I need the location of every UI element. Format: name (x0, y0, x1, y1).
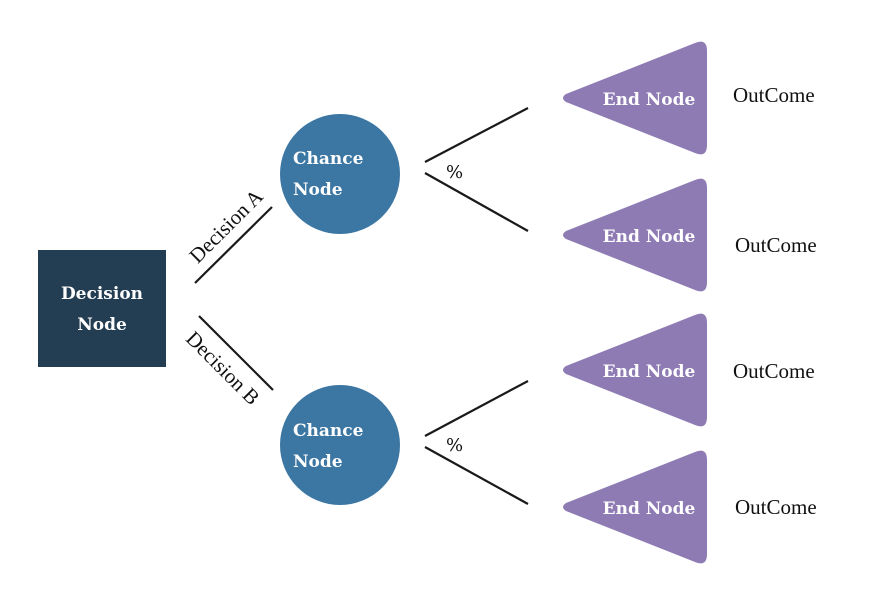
chance-node-line1: Chance (293, 421, 364, 441)
chance-node-line2: Node (293, 452, 343, 472)
decision-tree-diagram: Decision A Decision B Decision Node Chan… (38, 41, 817, 564)
probability-label: % (446, 435, 463, 456)
end-node-label: End Node (603, 499, 696, 519)
chance-node-line1: Chance (293, 149, 364, 169)
end-node-label: End Node (603, 362, 696, 382)
edge-chance2-end3 (424, 380, 529, 437)
outcome-label: OutCome (735, 495, 817, 519)
end-node-label: End Node (603, 227, 696, 247)
decision-node-line2: Node (77, 315, 127, 335)
chance-node-line2: Node (293, 180, 343, 200)
decision-a-label: Decision A (184, 184, 268, 268)
outcome-label: OutCome (733, 359, 815, 383)
chance-node: Chance Node (280, 385, 400, 505)
edge-chance1-end1 (424, 107, 529, 163)
edge-chance1-end2 (424, 172, 529, 232)
end-node: End Node OutCome (563, 450, 817, 564)
outcome-label: OutCome (735, 233, 817, 257)
outcome-label: OutCome (733, 83, 815, 107)
decision-node: Decision Node (38, 250, 166, 367)
edge-chance2-end4 (424, 446, 529, 505)
end-node: End Node OutCome (563, 41, 815, 155)
end-node: End Node OutCome (563, 178, 817, 292)
decision-node-line1: Decision (61, 284, 143, 304)
end-node: End Node OutCome (563, 313, 815, 427)
chance-node: Chance Node (280, 114, 400, 234)
end-node-label: End Node (603, 90, 696, 110)
probability-label: % (446, 162, 463, 183)
